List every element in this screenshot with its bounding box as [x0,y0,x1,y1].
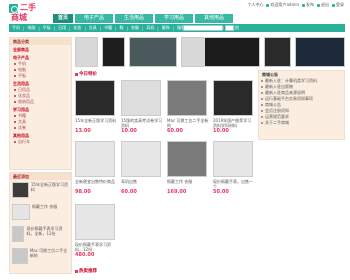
product-card[interactable]: 15年全新正版学习资料 13.00 [75,80,117,134]
main-nav: 首页 电子产品 生活用品 学习用品 其他用品 [53,14,233,23]
product-card[interactable]: Mac 可换工位二手全新的 60.00 [167,80,209,134]
search-button[interactable] [225,25,234,31]
product-thumbnail [12,226,25,242]
top-link-publish[interactable]: 发布 [302,2,314,8]
category-group: 其他用品 自行车 [10,133,71,145]
product-card[interactable]: 现价佩戴手表学习资料，12份 480.00 [75,204,117,258]
product-image [213,80,253,116]
recent-sidebar: 最近添加 15年全新正版学习资料 佩戴工作 衣服 现价佩戴手表学习资料，全新，1… [9,172,72,274]
category-sidebar: 商品分类 全部商品 电子产品 手机 电脑 平板 生活用品 日用品 化妆品 收纳用… [9,37,72,170]
product-thumbnail [12,204,30,220]
recent-item[interactable]: 现价佩戴手表学习资料，全新，12份 [10,224,71,246]
site-logo[interactable]: 二手 商城 [9,3,50,23]
product-image [75,141,115,177]
banner-image[interactable] [101,37,126,67]
nav-tab-electronics[interactable]: 电子产品 [75,14,113,23]
product-card[interactable]: 15版的卖高考试卷学习资料 10.00 [121,80,163,134]
product-image [121,80,161,116]
section-title-special: 今日特价 [75,71,97,78]
subbar-link[interactable]: 衣服 [131,25,139,31]
product-image [75,204,115,240]
sidebar-title: 商品分类 [10,38,71,45]
top-link-login[interactable]: 登录 [332,2,344,8]
subbar-link[interactable]: 日用 [58,25,66,31]
logo-icon [9,4,18,13]
category-item[interactable]: 试卷 [13,125,71,131]
banner-image[interactable] [263,37,291,67]
category-title[interactable]: 全部商品 [13,47,71,53]
top-link-logout[interactable]: 退出 [317,2,329,8]
banner-carousel[interactable] [75,37,345,67]
recent-title: 最近添加 [10,173,71,180]
nav-tab-home[interactable]: 首页 [53,14,73,23]
top-links: 个人中心 欢迎用户admin 发布 退出 登录 [247,2,344,8]
subbar-link[interactable]: 鞋 [120,25,124,31]
product-grid-row1: 15年全新正版学习资料 13.00 15版的卖高考试卷学习资料 10.00 Ma… [75,80,255,134]
product-image [213,141,253,177]
nav-tab-study[interactable]: 学习用品 [155,14,193,23]
login-icon [332,3,335,7]
banner-image[interactable] [75,37,98,67]
product-image [167,80,207,116]
logout-icon [317,3,320,7]
banner-image[interactable] [180,37,260,67]
category-group: 电子产品 手机 电脑 平板 [10,55,71,79]
section-title-hot: 热卖推荐 [75,268,97,275]
product-image [75,80,115,116]
product-card[interactable]: 全新便宜出售特价商品 98.00 [75,141,117,195]
subbar-link[interactable]: 书籍 [104,25,112,31]
banner-image[interactable] [129,37,177,67]
nav-tab-other[interactable]: 其他用品 [195,14,233,23]
top-link-welcome: 欢迎用户admin [266,2,299,8]
sub-category-bar: 手机 | 电脑 | 平板 | 日用 | 化妆 | 文具 | 书籍 | 鞋 | 衣服 | 耳机 | 服… [9,24,345,32]
subbar-link[interactable]: 耳机 [146,25,154,31]
subbar-link[interactable]: 手机 [12,25,20,31]
notice-item[interactable]: 关于二手商城 [259,120,344,126]
product-grid-row3: 现价佩戴手表学习资料，12份 480.00 [75,204,255,258]
subbar-link[interactable]: 服饰 [162,25,170,31]
recent-item[interactable]: 佩戴工作 衣服 [10,202,71,224]
product-card[interactable]: 佩戴工作 衣服 169.00 [167,141,209,195]
subbar-link[interactable]: 平板 [43,25,51,31]
category-item[interactable]: 自行车 [13,139,71,145]
publish-icon [302,3,305,7]
category-group: 全部商品 [10,47,71,53]
category-group: 生活用品 日用品 化妆品 收纳用品 [10,81,71,105]
product-image [167,141,207,177]
product-card[interactable]: 2019年国产推荐学习资料学科材料 10.00 [213,80,255,134]
page: 二手 商城 个人中心 欢迎用户admin 发布 退出 登录 首页 电子产品 生活… [0,0,350,280]
notice-title: 商城公告 [262,72,278,77]
subbar-link[interactable]: 化妆 [73,25,81,31]
user-icon [266,3,270,7]
nav-tab-daily[interactable]: 生活用品 [115,14,153,23]
category-group: 学习用品 书籍 文具 试卷 [10,107,71,131]
subbar-link[interactable]: 电脑 [27,25,35,31]
subbar-link[interactable]: 文具 [89,25,97,31]
search-input[interactable] [183,25,223,31]
recent-item[interactable]: Mac 可换工位二手全新的 [10,246,71,268]
recent-item[interactable]: 15年全新正版学习资料 [10,180,71,202]
banner-image[interactable] [294,37,345,67]
product-card[interactable]: 现价佩戴手表，出售一个 50.00 [213,141,255,195]
top-link-user-center[interactable]: 个人中心 [247,2,263,8]
notice-box: 商城公告 最新入驻：计算机类学习资料 最新入驻出版物 最新入驻商品来源说明 运行… [258,70,345,140]
product-image [121,141,161,177]
product-thumbnail [12,248,28,264]
product-card[interactable]: 耳机出售 60.00 [121,141,163,195]
category-item[interactable]: 收纳用品 [13,99,71,105]
product-grid-row2: 全新便宜出售特价商品 98.00 耳机出售 60.00 佩戴工作 衣服 169.… [75,141,255,195]
category-item[interactable]: 平板 [13,73,71,79]
product-thumbnail [12,182,29,198]
